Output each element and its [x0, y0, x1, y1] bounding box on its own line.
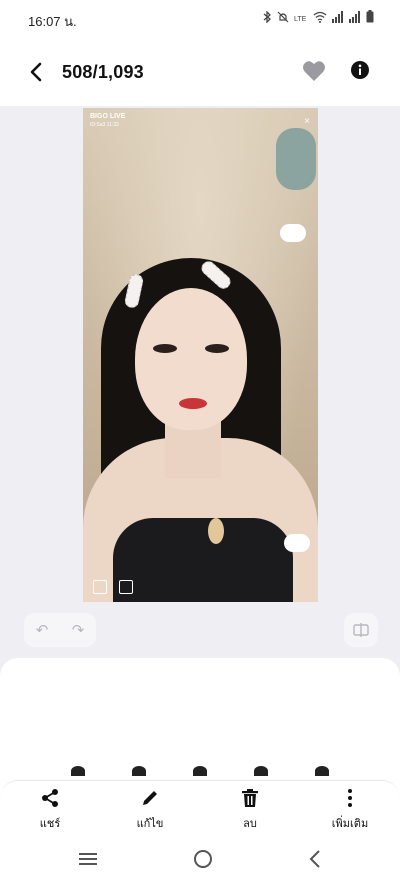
- tool-icon[interactable]: [314, 766, 329, 776]
- info-icon: [351, 61, 369, 79]
- photo-pendant: [208, 518, 224, 544]
- undo-redo-group: ↶ ↷: [24, 613, 96, 647]
- cap-sticker: [276, 128, 316, 190]
- compare-icon: [353, 623, 369, 637]
- back-chevron-icon: [309, 849, 321, 868]
- edit-pencil-icon: [143, 790, 157, 805]
- menu-lines-icon: [78, 852, 97, 865]
- redo-button[interactable]: ↷: [72, 621, 85, 639]
- share-label: แชร์: [39, 817, 61, 830]
- delete-label: ลบ: [243, 817, 257, 830]
- heart-icon: [303, 61, 325, 81]
- edit-label: แก้ไข: [136, 817, 164, 830]
- system-nav-bar: [0, 838, 400, 884]
- tool-icon[interactable]: [192, 766, 207, 776]
- tool-icon[interactable]: [253, 766, 268, 776]
- photo-eye-right: [205, 344, 229, 353]
- more-vertical-icon: [348, 788, 352, 807]
- photo-close-glyph: ×: [304, 116, 310, 127]
- photo-image[interactable]: BIGO LIVE ID:Sa3 11:33 ×: [83, 108, 318, 602]
- delete-button[interactable]: ลบ: [210, 788, 290, 832]
- bluetooth-icon: [262, 10, 272, 28]
- svg-text:LTE: LTE: [294, 16, 307, 23]
- tool-icon[interactable]: [71, 766, 86, 776]
- volte-icon: LTE: [294, 10, 308, 28]
- info-button[interactable]: [350, 60, 374, 84]
- signal-icon: [349, 10, 361, 28]
- photo-watermark: BIGO LIVE: [90, 113, 126, 120]
- status-time: 16:07 น.: [28, 14, 77, 29]
- edit-tools-row: [0, 766, 400, 780]
- signal-icon: [332, 10, 344, 28]
- photo-eye-left: [153, 344, 177, 353]
- compare-button[interactable]: [344, 613, 378, 647]
- trash-icon: [242, 788, 258, 807]
- more-button[interactable]: เพิ่มเติม: [310, 788, 390, 832]
- status-bar: 16:07 น. LTE: [0, 0, 400, 36]
- share-button[interactable]: แชร์: [10, 788, 90, 832]
- battery-icon: [366, 10, 374, 28]
- calendar-tool-icon: [119, 580, 133, 594]
- home-circle-icon: [193, 849, 212, 868]
- more-label: เพิ่มเติม: [331, 817, 369, 830]
- cloud-sticker: [284, 534, 310, 552]
- status-icons: LTE: [262, 10, 374, 28]
- wifi-icon: [313, 10, 327, 28]
- page-title: 508/1,093: [62, 62, 144, 82]
- photo-watermark-id: ID:Sa3 11:33: [90, 122, 119, 128]
- undo-button[interactable]: ↶: [36, 621, 49, 639]
- text-tool-icon: [93, 580, 107, 594]
- back-button[interactable]: [22, 58, 50, 86]
- action-bar: แชร์ แก้ไข ลบ เพิ่มเติม: [0, 780, 400, 838]
- photo-lips: [179, 398, 207, 409]
- mute-icon: [277, 10, 289, 28]
- photo-dress: [113, 518, 293, 602]
- tool-icon[interactable]: [132, 766, 147, 776]
- cloud-sticker: [280, 224, 306, 242]
- favorite-button[interactable]: [302, 60, 328, 86]
- back-nav-button[interactable]: [308, 849, 322, 874]
- home-button[interactable]: [193, 849, 213, 874]
- recent-apps-button[interactable]: [78, 851, 98, 872]
- viewer-header: 508/1,093: [0, 36, 400, 106]
- share-icon: [42, 788, 58, 807]
- chevron-left-icon: [30, 62, 42, 82]
- edit-button[interactable]: แก้ไข: [110, 788, 190, 832]
